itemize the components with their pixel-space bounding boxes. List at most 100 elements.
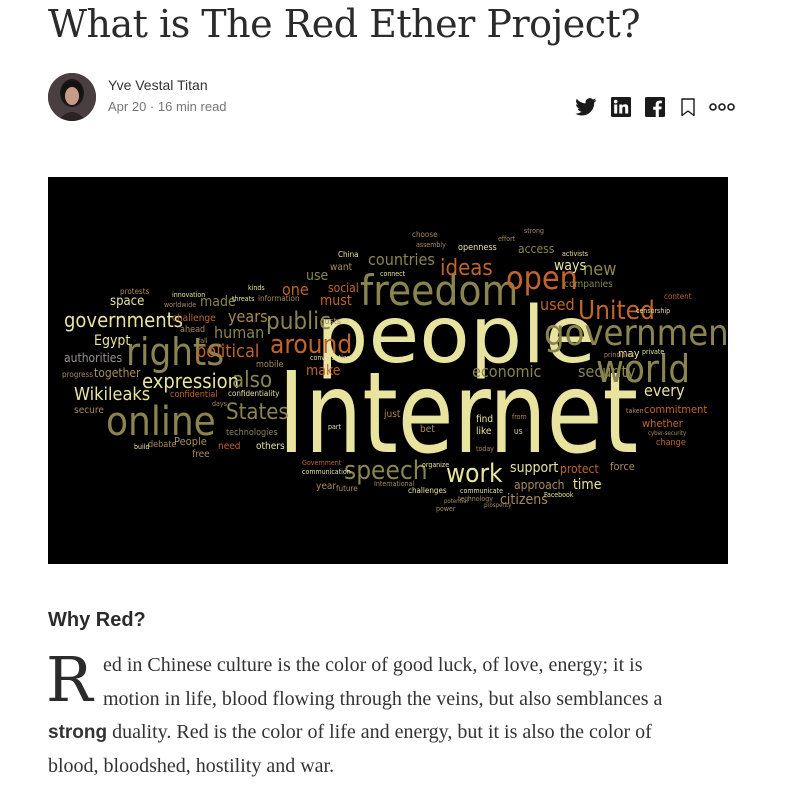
word-cloud-word: days bbox=[212, 400, 227, 408]
word-cloud-word: strong bbox=[524, 227, 544, 235]
word-cloud-word: whether bbox=[642, 417, 684, 430]
word-cloud-word: new bbox=[583, 259, 616, 280]
word-cloud-word: future bbox=[336, 484, 358, 493]
word-cloud-word: activists bbox=[562, 250, 588, 258]
read-time: 16 min read bbox=[157, 99, 227, 114]
word-cloud-word: access bbox=[518, 242, 555, 256]
avatar-photo bbox=[48, 73, 96, 121]
post-date: Apr 20 bbox=[108, 99, 147, 114]
word-cloud-word: made bbox=[200, 294, 236, 310]
word-cloud-word: use bbox=[306, 268, 329, 284]
word-cloud-word: debate bbox=[148, 440, 176, 450]
word-cloud-word: ideas bbox=[440, 256, 493, 281]
word-cloud-word: free bbox=[192, 449, 210, 460]
word-cloud-word: build bbox=[134, 443, 150, 451]
word-cloud-word: Government bbox=[302, 459, 342, 467]
word-cloud-word: technology bbox=[458, 495, 493, 503]
word-cloud-word: progress bbox=[62, 370, 93, 379]
word-cloud-word: worldwide bbox=[164, 301, 196, 309]
word-cloud-word: others bbox=[256, 441, 285, 452]
word-cloud-word: assembly bbox=[416, 241, 446, 249]
word-cloud-word: prosperity bbox=[484, 502, 512, 509]
word-cloud-word: private bbox=[642, 348, 664, 356]
word-cloud-word: want bbox=[330, 262, 353, 273]
word-cloud-word: part bbox=[328, 423, 341, 431]
word-cloud-word: support bbox=[510, 460, 558, 476]
word-cloud-word: governments bbox=[64, 308, 183, 332]
word-cloud-word: content bbox=[664, 292, 692, 301]
word-cloud-word: bet bbox=[420, 424, 435, 435]
bookmark-icon bbox=[681, 97, 695, 116]
word-cloud-word: mobile bbox=[256, 360, 283, 370]
paragraph-line-2: motion in life, blood flowing through th… bbox=[103, 688, 663, 710]
word-cloud-word: authorities bbox=[64, 351, 122, 365]
meta-separator: · bbox=[146, 99, 158, 114]
section-heading: Why Red? bbox=[48, 609, 146, 631]
paragraph-line-3-text: duality. Red is the color of life and en… bbox=[107, 721, 652, 743]
word-cloud-word: companies bbox=[564, 279, 613, 290]
facebook-share-button[interactable] bbox=[644, 96, 666, 118]
word-cloud-word: effort bbox=[498, 235, 516, 243]
linkedin-icon bbox=[611, 97, 631, 117]
word-cloud-word: US bbox=[514, 428, 523, 436]
word-cloud-word: commitment bbox=[644, 403, 707, 416]
paragraph-line-1: ed in Chinese culture is the color of go… bbox=[103, 654, 643, 676]
bookmark-button[interactable] bbox=[679, 96, 697, 118]
word-cloud-word: taken bbox=[626, 407, 644, 415]
strong-word: strong bbox=[48, 722, 108, 743]
paragraph-line-3: strong duality. Red is the color of life… bbox=[48, 721, 652, 744]
twitter-icon bbox=[575, 98, 597, 116]
word-cloud-word: ways bbox=[554, 258, 586, 274]
word-cloud-word: must bbox=[320, 293, 352, 309]
linkedin-share-button[interactable] bbox=[610, 96, 632, 118]
word-cloud-word: challenge bbox=[172, 313, 216, 324]
word-cloud-word: need bbox=[218, 441, 241, 452]
word-cloud-word: censorship bbox=[636, 307, 670, 315]
word-cloud-word: kinds bbox=[248, 284, 265, 292]
word-cloud-word: every bbox=[644, 381, 685, 400]
author-avatar[interactable] bbox=[48, 73, 96, 121]
word-cloud-word: make bbox=[306, 363, 341, 379]
word-cloud-word: openness bbox=[458, 243, 497, 253]
word-cloud-word: confidential bbox=[170, 390, 218, 400]
word-cloud-word: innovation bbox=[172, 291, 205, 299]
word-cloud-image: Internetpeoplefreedomgovernmentonlinerig… bbox=[62, 227, 728, 513]
word-cloud-word: Facebook bbox=[544, 491, 574, 499]
post-meta: Apr 20 · 16 min read bbox=[108, 99, 227, 114]
twitter-share-button[interactable] bbox=[574, 96, 598, 118]
author-name[interactable]: Yve Vestal Titan bbox=[108, 77, 208, 93]
word-cloud-word: People bbox=[174, 435, 207, 448]
word-cloud-word: today bbox=[476, 445, 494, 453]
word-cloud-word: China bbox=[338, 250, 359, 259]
word-cloud-word: communication bbox=[302, 468, 351, 476]
word-cloud-word: confidentiality bbox=[228, 389, 280, 398]
word-cloud-word: like bbox=[476, 426, 492, 437]
word-cloud-word: approach bbox=[514, 478, 565, 492]
facebook-icon bbox=[645, 97, 665, 117]
more-options-button[interactable] bbox=[708, 96, 736, 118]
word-cloud-word: security bbox=[578, 362, 636, 381]
word-cloud-word: International bbox=[374, 480, 414, 488]
word-cloud-word: work bbox=[446, 459, 503, 489]
more-icon bbox=[709, 103, 735, 111]
word-cloud-word: conversation bbox=[310, 354, 351, 362]
drop-cap: R bbox=[46, 643, 93, 716]
word-cloud-word: from bbox=[512, 413, 527, 421]
word-cloud-word: States bbox=[226, 400, 289, 425]
article-title: What is The Red Ether Project? bbox=[48, 2, 641, 46]
word-cloud-word: fall bbox=[198, 337, 208, 345]
word-cloud-word: ahead bbox=[180, 325, 205, 335]
word-cloud-word: connect bbox=[380, 270, 406, 278]
word-cloud-word: costs bbox=[320, 317, 341, 327]
word-cloud-word: find bbox=[476, 414, 493, 425]
word-cloud-word: countries bbox=[368, 250, 435, 269]
word-cloud-word: organize bbox=[422, 461, 449, 469]
word-cloud-word: time bbox=[573, 477, 602, 493]
word-cloud-word: economic bbox=[472, 362, 542, 381]
word-cloud-word: Egypt bbox=[94, 333, 130, 349]
word-cloud-word: secure bbox=[74, 405, 104, 416]
word-cloud-word: year bbox=[316, 481, 336, 492]
word-cloud-word: change bbox=[656, 438, 686, 448]
word-cloud-word: just bbox=[383, 409, 401, 420]
word-cloud-word: Wikileaks bbox=[74, 384, 150, 405]
